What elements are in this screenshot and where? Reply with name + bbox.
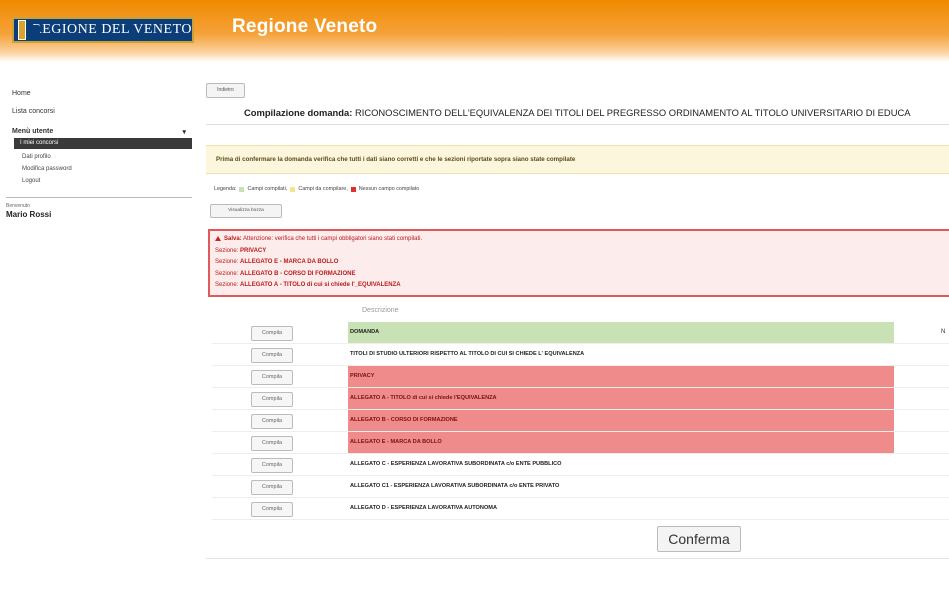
user-menu-label: Menù utente (12, 128, 54, 135)
table-row: Compila TITOLI DI STUDIO ULTERIORI RISPE… (212, 344, 949, 366)
error-alert-box: Salva: Attenzione: verifica che tutti i … (208, 229, 949, 297)
page-title: Compilazione domanda: RICONOSCIMENTO DEL… (244, 107, 911, 118)
sidebar-item-modifica-password[interactable]: Modifica password (22, 166, 72, 172)
confirm-warning-banner: Prima di confermare la domanda verifica … (206, 145, 949, 174)
compila-button[interactable]: Compila (251, 436, 293, 451)
content-bottom-divider (206, 558, 949, 559)
compila-button[interactable]: Compila (251, 348, 293, 363)
sidebar-item-lista-concorsi[interactable]: Lista concorsi (12, 108, 55, 115)
user-name: Mario Rossi (6, 210, 52, 219)
table-row: Compila DOMANDA N (212, 322, 949, 344)
sidebar-divider (6, 197, 192, 198)
error-section: Sezione: PRIVACY (215, 246, 949, 258)
error-alert-header: Salva: Attenzione: verifica che tutti i … (215, 234, 949, 246)
sidebar-item-miei-concorsi[interactable]: I miei concorsi (14, 138, 192, 149)
row-trailing-text: N (941, 329, 946, 335)
regione-veneto-logo[interactable]: REGIONE DEL VENETO (12, 17, 194, 43)
caret-down-icon: ▾ (182, 129, 186, 136)
legend-item-completed: Campi compilati, (247, 186, 288, 192)
column-header-descrizione: Descrizione (362, 307, 399, 314)
table-row: Compila PRIVACY (212, 366, 949, 388)
legend: Legenda: Campi compilati, Campi da compi… (214, 186, 419, 192)
error-section-name: ALLEGATO E - MARCA DA BOLLO (240, 259, 339, 265)
title-divider (206, 124, 949, 125)
warning-icon (215, 236, 221, 241)
sidebar-item-logout[interactable]: Logout (22, 178, 40, 184)
error-section-label: Sezione: (215, 270, 239, 277)
preview-draft-button[interactable]: Visualizza bozza (210, 204, 282, 218)
legend-swatch-to-complete (290, 186, 296, 192)
compila-button[interactable]: Compila (251, 458, 293, 473)
row-description: ALLEGATO C1 - ESPERIENZA LAVORATIVA SUBO… (350, 483, 560, 489)
error-section: Sezione: ALLEGATO B - CORSO DI FORMAZION… (215, 269, 949, 281)
error-section: Sezione: ALLEGATO A - TITOLO di cui si c… (215, 280, 949, 292)
row-description: PRIVACY (348, 366, 894, 387)
page-title-text: RICONOSCIMENTO DELL'EQUIVALENZA DEI TITO… (352, 107, 911, 118)
row-description: DOMANDA (348, 322, 894, 343)
table-row: Compila ALLEGATO B - CORSO DI FORMAZIONE (212, 410, 949, 432)
sidebar-item-home[interactable]: Home (12, 90, 31, 97)
back-button[interactable]: Indietro (206, 83, 245, 98)
logo-text: REGIONE DEL VENETO (32, 22, 192, 37)
compila-button[interactable]: Compila (251, 370, 293, 385)
compila-button[interactable]: Compila (251, 480, 293, 495)
error-alert-text: Attenzione: verifica che tutti i campi o… (241, 236, 423, 242)
table-row: Compila ALLEGATO C1 - ESPERIENZA LAVORAT… (212, 476, 949, 498)
error-section-name: PRIVACY (240, 247, 267, 254)
legend-label: Legenda: (214, 186, 237, 192)
user-welcome-label: Benvenuto (6, 203, 30, 209)
error-alert-title: Salva: (224, 236, 242, 242)
error-section-label: Sezione: (215, 282, 239, 288)
site-title: Regione Veneto (232, 16, 378, 37)
row-description: ALLEGATO B - CORSO DI FORMAZIONE (348, 410, 894, 431)
confirm-button[interactable]: Conferma (657, 526, 741, 552)
legend-swatch-empty (350, 186, 356, 192)
compila-button[interactable]: Compila (251, 502, 293, 517)
legend-swatch-completed (239, 186, 245, 192)
sidebar-item-dati-profilo[interactable]: Dati profilo (22, 154, 51, 160)
row-description: ALLEGATO A - TITOLO di cui si chiede l'E… (348, 388, 894, 409)
legend-item-to-complete: Campi da compilare, (298, 186, 348, 192)
table-row: Compila ALLEGATO C - ESPERIENZA LAVORATI… (212, 454, 949, 476)
compila-button[interactable]: Compila (251, 326, 293, 341)
page-title-prefix: Compilazione domanda: (244, 107, 353, 118)
table-row: Compila ALLEGATO E - MARCA DA BOLLO (212, 432, 949, 454)
user-menu-toggle[interactable]: Menù utente ▾ (12, 128, 190, 136)
error-section-label: Sezione: (215, 259, 239, 265)
table-row: Compila ALLEGATO D - ESPERIENZA LAVORATI… (212, 498, 949, 520)
table-row: Compila ALLEGATO A - TITOLO di cui si ch… (212, 388, 949, 410)
row-description: ALLEGATO D - ESPERIENZA LAVORATIVA AUTON… (350, 505, 497, 511)
row-description: TITOLI DI STUDIO ULTERIORI RISPETTO AL T… (350, 351, 585, 357)
row-description: ALLEGATO E - MARCA DA BOLLO (348, 432, 894, 453)
row-description: ALLEGATO C - ESPERIENZA LAVORATIVA SUBOR… (350, 461, 562, 467)
compila-button[interactable]: Compila (251, 392, 293, 407)
error-section: Sezione: ALLEGATO E - MARCA DA BOLLO (215, 257, 949, 269)
lion-emblem-icon (18, 20, 42, 40)
error-section-label: Sezione: (215, 247, 239, 254)
error-section-name: ALLEGATO A - TITOLO di cui si chiede l'_… (240, 282, 401, 288)
sidebar: Home Lista concorsi Menù utente ▾ I miei… (0, 62, 200, 597)
compila-button[interactable]: Compila (251, 414, 293, 429)
error-section-name: ALLEGATO B - CORSO DI FORMAZIONE (240, 270, 356, 277)
legend-item-empty: Nessun campo compilato (358, 186, 420, 192)
page-header: REGIONE DEL VENETO Regione Veneto (0, 0, 949, 62)
